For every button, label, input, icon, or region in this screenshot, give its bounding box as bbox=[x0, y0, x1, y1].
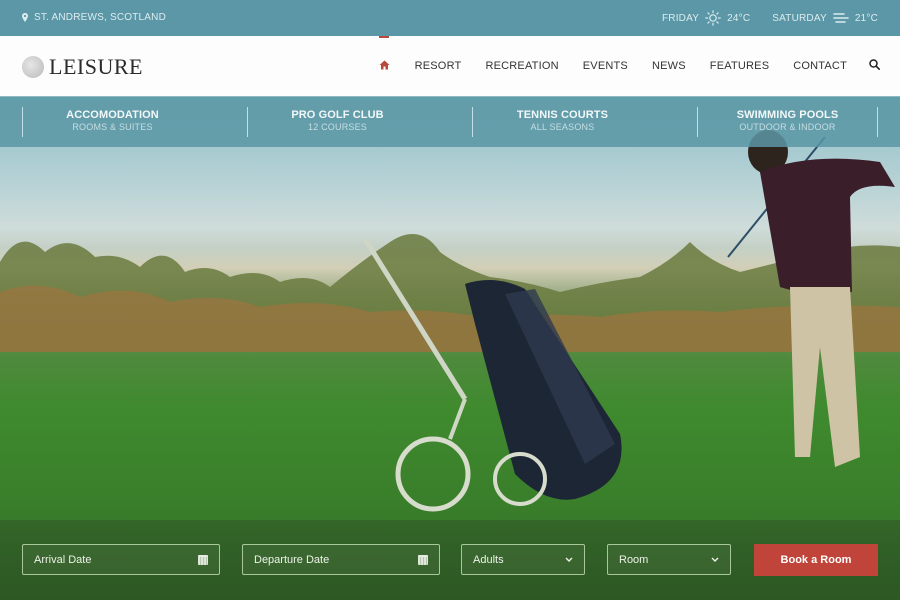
home-icon bbox=[379, 60, 390, 69]
arrival-date-placeholder: Arrival Date bbox=[34, 553, 92, 566]
golf-trolley-graphic bbox=[362, 237, 622, 512]
category-accommodation[interactable]: ACCOMODATION ROOMS & SUITES bbox=[0, 97, 225, 147]
nav-recreation[interactable]: RECREATION bbox=[473, 60, 570, 72]
category-subtitle: ROOMS & SUITES bbox=[72, 122, 153, 132]
arrival-date-input[interactable]: Arrival Date bbox=[22, 544, 220, 575]
weather-day-2: SATURDAY bbox=[772, 12, 827, 24]
logo-text: LEISURE bbox=[49, 54, 143, 79]
category-tennis[interactable]: TENNIS COURTS ALL SEASONS bbox=[450, 97, 675, 147]
weather-temp-2: 21°C bbox=[854, 12, 878, 24]
location: ST. ANDREWS, SCOTLAND bbox=[22, 12, 166, 23]
location-text: ST. ANDREWS, SCOTLAND bbox=[34, 12, 166, 23]
weather-day-1: FRIDAY bbox=[661, 12, 700, 24]
nav-resort[interactable]: RESORT bbox=[403, 60, 474, 72]
nav-news[interactable]: NEWS bbox=[640, 60, 698, 72]
room-select[interactable]: Room bbox=[607, 544, 731, 575]
departure-date-input[interactable]: Departure Date bbox=[242, 544, 440, 575]
nav-home[interactable] bbox=[366, 60, 403, 73]
map-pin-icon bbox=[22, 13, 28, 22]
category-strip: ACCOMODATION ROOMS & SUITES PRO GOLF CLU… bbox=[0, 97, 900, 147]
category-subtitle: ALL SEASONS bbox=[530, 122, 595, 132]
category-pools[interactable]: SWIMMING POOLS OUTDOOR & INDOOR bbox=[675, 97, 900, 147]
category-title: PRO GOLF CLUB bbox=[291, 109, 384, 121]
weather-forecast: FRIDAY 24°C SATURDAY 21°C bbox=[662, 10, 878, 26]
category-title: SWIMMING POOLS bbox=[736, 109, 839, 121]
header: LEISURE RESORT RECREATION EVENTS NEWS FE… bbox=[0, 36, 900, 97]
nav-events[interactable]: EVENTS bbox=[571, 60, 640, 72]
category-title: ACCOMODATION bbox=[66, 109, 159, 121]
chevron-down-icon bbox=[565, 557, 573, 562]
golfer-graphic bbox=[727, 130, 895, 467]
category-title: TENNIS COURTS bbox=[516, 109, 609, 121]
logo[interactable]: LEISURE bbox=[22, 54, 143, 80]
search-icon bbox=[869, 59, 880, 70]
booking-bar: Arrival Date Departure Date Adults Room … bbox=[0, 520, 900, 600]
category-golf[interactable]: PRO GOLF CLUB 12 COURSES bbox=[225, 97, 450, 147]
search-button[interactable] bbox=[859, 59, 880, 73]
category-subtitle: OUTDOOR & INDOOR bbox=[739, 122, 836, 132]
adults-select[interactable]: Adults bbox=[461, 544, 585, 575]
departure-date-placeholder: Departure Date bbox=[254, 553, 330, 566]
top-bar: ST. ANDREWS, SCOTLAND FRIDAY 24°C SATURD… bbox=[0, 0, 900, 36]
calendar-icon bbox=[198, 554, 208, 565]
adults-select-value: Adults bbox=[473, 553, 504, 566]
wind-icon bbox=[833, 13, 849, 23]
sun-icon bbox=[705, 10, 721, 26]
logo-emblem-icon bbox=[22, 56, 44, 78]
nav-contact[interactable]: CONTACT bbox=[781, 60, 859, 72]
main-nav: RESORT RECREATION EVENTS NEWS FEATURES C… bbox=[366, 36, 880, 96]
nav-features[interactable]: FEATURES bbox=[698, 60, 781, 72]
book-room-button[interactable]: Book a Room bbox=[754, 544, 878, 576]
category-subtitle: 12 COURSES bbox=[307, 122, 368, 132]
chevron-down-icon bbox=[711, 557, 719, 562]
room-select-value: Room bbox=[619, 553, 649, 566]
weather-temp-1: 24°C bbox=[727, 12, 751, 24]
calendar-icon bbox=[418, 554, 428, 565]
